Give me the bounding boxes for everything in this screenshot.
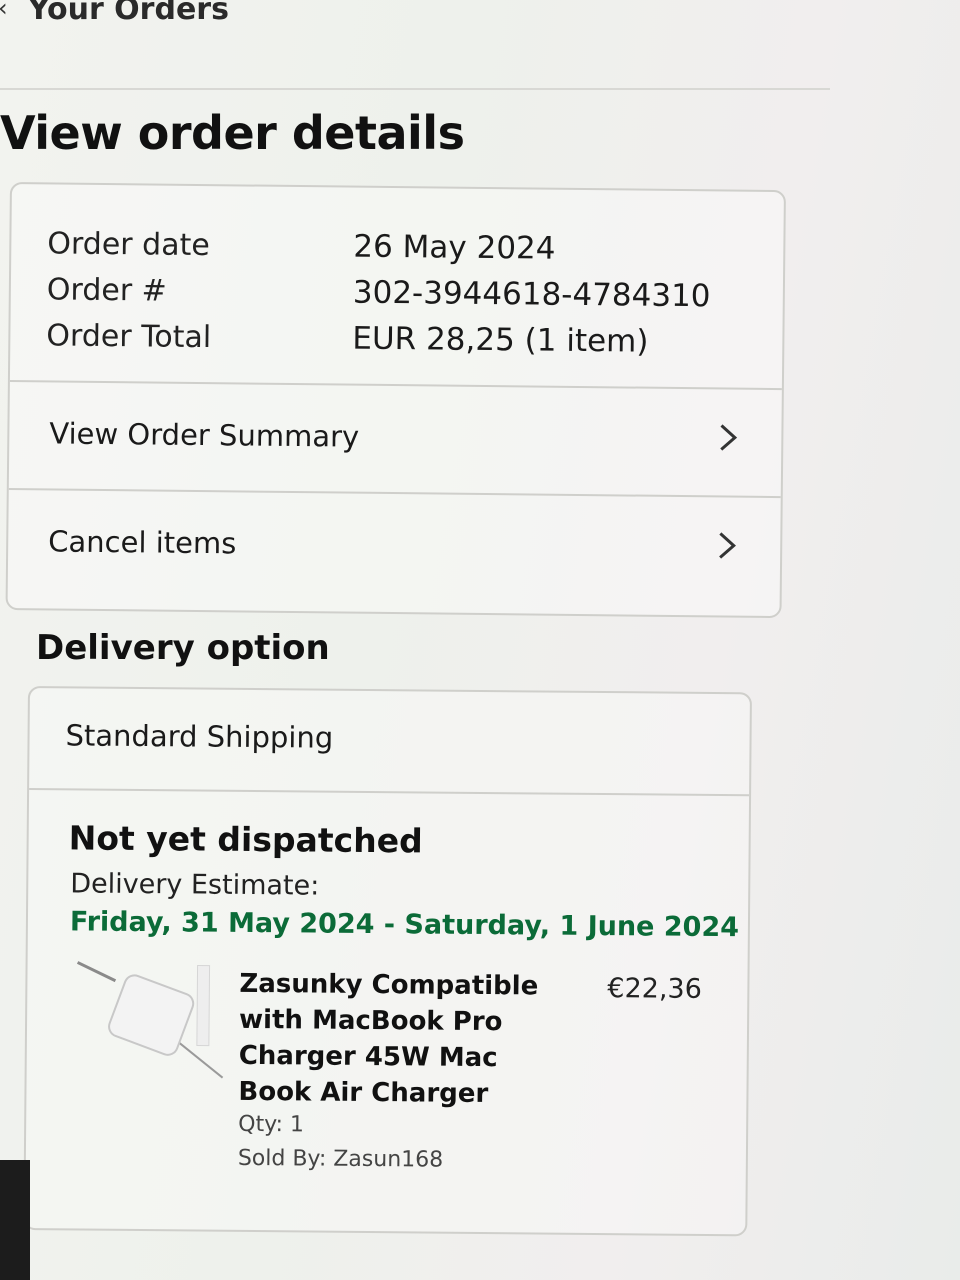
charger-image[interactable] <box>75 958 226 1079</box>
order-number-value: 302-3944618-4784310 <box>352 274 711 315</box>
order-info-card: Order date 26 May 2024 Order # 302-39446… <box>5 182 786 619</box>
delivery-estimate-range: Friday, 31 May 2024 - Saturday, 1 June 2… <box>69 906 740 944</box>
view-order-summary-label: View Order Summary <box>49 416 360 454</box>
chevron-left-icon[interactable]: ‹ <box>0 0 8 22</box>
delivery-option-heading: Delivery option <box>36 628 330 668</box>
order-total-label: Order Total <box>46 317 212 355</box>
cancel-items-label: Cancel items <box>48 524 237 561</box>
order-total-row: Order Total EUR 28,25 (1 item) <box>46 312 746 365</box>
top-nav: ‹ Your Orders <box>0 0 830 90</box>
product-seller: Sold By: Zasun168 <box>237 1145 444 1173</box>
order-number-label: Order # <box>46 271 167 309</box>
order-total-value: EUR 28,25 (1 item) <box>352 320 649 360</box>
product-title-link[interactable]: Zasunky Compatible with MacBook Pro Char… <box>238 966 539 1113</box>
order-number-row: Order # 302-3944618-4784310 <box>47 266 747 319</box>
chevron-right-icon <box>720 424 738 451</box>
shipping-method: Standard Shipping <box>65 718 334 755</box>
order-date-label: Order date <box>47 225 210 263</box>
dispatch-status: Not yet dispatched <box>68 818 423 861</box>
cancel-items-row[interactable]: Cancel items <box>7 488 781 617</box>
product-price: €22,36 <box>607 973 702 1005</box>
delivery-estimate-label: Delivery Estimate: <box>70 868 320 902</box>
view-order-summary-row[interactable]: View Order Summary <box>8 380 782 499</box>
order-date-row: Order date 26 May 2024 <box>47 220 747 273</box>
chevron-right-icon <box>719 532 736 559</box>
product-quantity: Qty: 1 <box>238 1111 305 1138</box>
divider <box>29 788 750 797</box>
order-date-value: 26 May 2024 <box>353 228 556 267</box>
order-info-grid: Order date 26 May 2024 Order # 302-39446… <box>46 220 747 365</box>
your-orders-link[interactable]: Your Orders <box>28 0 229 27</box>
screen: ‹ Your Orders View order details Order d… <box>0 0 960 1280</box>
page-title: View order details <box>0 106 465 160</box>
screen-bezel <box>0 1160 30 1280</box>
delivery-card: Standard Shipping Not yet dispatched Del… <box>23 686 752 1237</box>
